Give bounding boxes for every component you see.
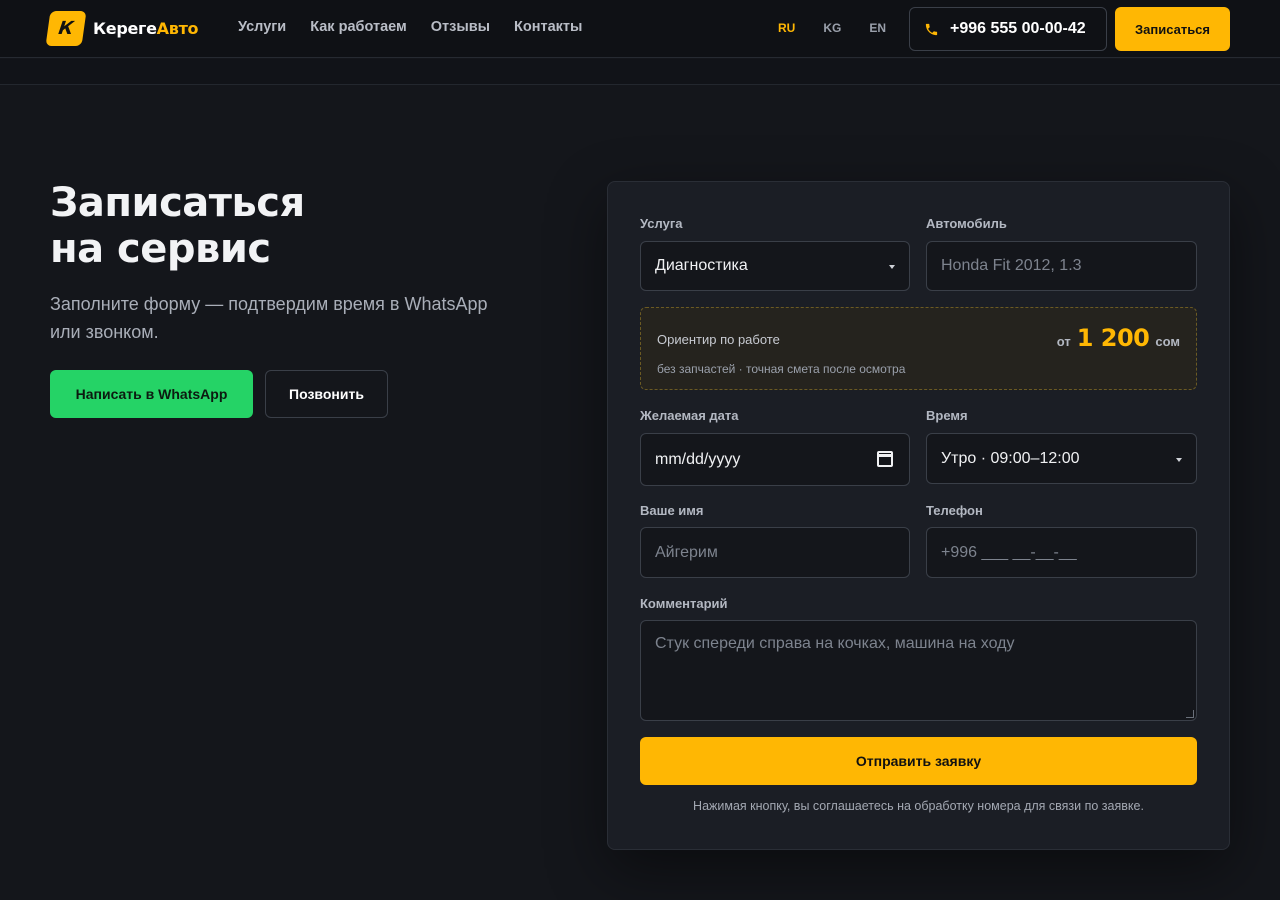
estimate-note: без запчастей · точная смета после осмот… [657, 362, 906, 376]
estimate-prefix: от [1056, 334, 1071, 349]
call-button[interactable]: Позвонить [265, 370, 388, 418]
submit-button[interactable]: Отправить заявку [640, 737, 1197, 785]
time-select[interactable]: Утро · 09:00–12:00 [926, 433, 1197, 484]
header-phone-button[interactable]: +996 555 00-00-42 [909, 7, 1107, 51]
time-select-value: Утро · 09:00–12:00 [941, 449, 1080, 467]
nav-link-services[interactable]: Услуги [238, 19, 286, 35]
comment-label: Комментарий [640, 596, 728, 611]
header-phone-number: +996 555 00-00-42 [950, 20, 1086, 37]
main-nav: Услуги Как работаем Отзывы Контакты [238, 19, 582, 35]
page-title-line-1: Записаться [50, 180, 305, 226]
header-subbar [0, 59, 1280, 85]
time-label: Время [926, 408, 968, 423]
name-label: Ваше имя [640, 503, 704, 518]
comment-textarea[interactable]: Стук спереди справа на кочках, машина на… [640, 620, 1197, 721]
header-book-button[interactable]: Записаться [1115, 7, 1230, 51]
service-label: Услуга [640, 216, 683, 231]
phone-input[interactable]: +996 ___ __-__-__ [926, 527, 1197, 578]
nav-link-contacts[interactable]: Контакты [514, 19, 582, 35]
price-estimate: Ориентир по работе от 1 200 сом без запч… [640, 307, 1197, 390]
estimate-currency: сом [1155, 334, 1180, 349]
chevron-down-icon [1176, 457, 1182, 462]
page-title-line-2: на сервис [50, 226, 271, 272]
nav-link-reviews[interactable]: Отзывы [431, 19, 490, 35]
logo[interactable]: К КерегеАвто [45, 11, 199, 46]
date-input[interactable]: mm/dd/yyyy [640, 433, 910, 486]
chevron-down-icon [889, 265, 895, 269]
service-select-value: Диагностика [655, 257, 748, 274]
calendar-icon[interactable] [877, 451, 893, 467]
comment-placeholder: Стук спереди справа на кочках, машина на… [655, 635, 1015, 652]
lang-ru[interactable]: RU [778, 21, 795, 35]
estimate-title: Ориентир по работе [657, 332, 780, 347]
estimate-price: от 1 200 сом [1057, 324, 1180, 352]
whatsapp-button[interactable]: Написать в WhatsApp [50, 370, 253, 418]
phone-label: Телефон [926, 503, 983, 518]
date-label: Желаемая дата [640, 408, 739, 423]
service-select[interactable]: Диагностика [640, 241, 910, 291]
nav-link-how-we-work[interactable]: Как работаем [310, 19, 407, 35]
logo-text-primary: Кереге [93, 19, 157, 38]
page-title: Записаться на сервис [50, 180, 470, 272]
logo-mark: К [45, 11, 87, 46]
site-header: К КерегеАвто Услуги Как работаем Отзывы … [0, 0, 1280, 58]
phone-icon [924, 22, 940, 37]
date-input-placeholder: mm/dd/yyyy [655, 450, 741, 468]
logo-text-accent: Авто [156, 19, 199, 38]
page-subtitle: Заполните форму — подтвердим время в Wha… [50, 294, 488, 342]
booking-form: Услуга Диагностика Автомобиль Honda Fit … [607, 181, 1230, 850]
consent-note: Нажимая кнопку, вы соглашаетесь на обраб… [693, 799, 1144, 813]
language-switcher: RU KG EN [778, 21, 914, 35]
name-input[interactable]: Айгерим [640, 527, 910, 578]
estimate-amount: 1 200 [1076, 324, 1150, 352]
resize-handle-icon[interactable] [1186, 710, 1194, 718]
lang-en[interactable]: EN [869, 21, 886, 35]
lang-kg[interactable]: KG [823, 21, 841, 35]
car-input[interactable]: Honda Fit 2012, 1.3 [926, 241, 1197, 291]
car-label: Автомобиль [926, 216, 1007, 231]
logo-text: КерегеАвто [93, 19, 199, 38]
